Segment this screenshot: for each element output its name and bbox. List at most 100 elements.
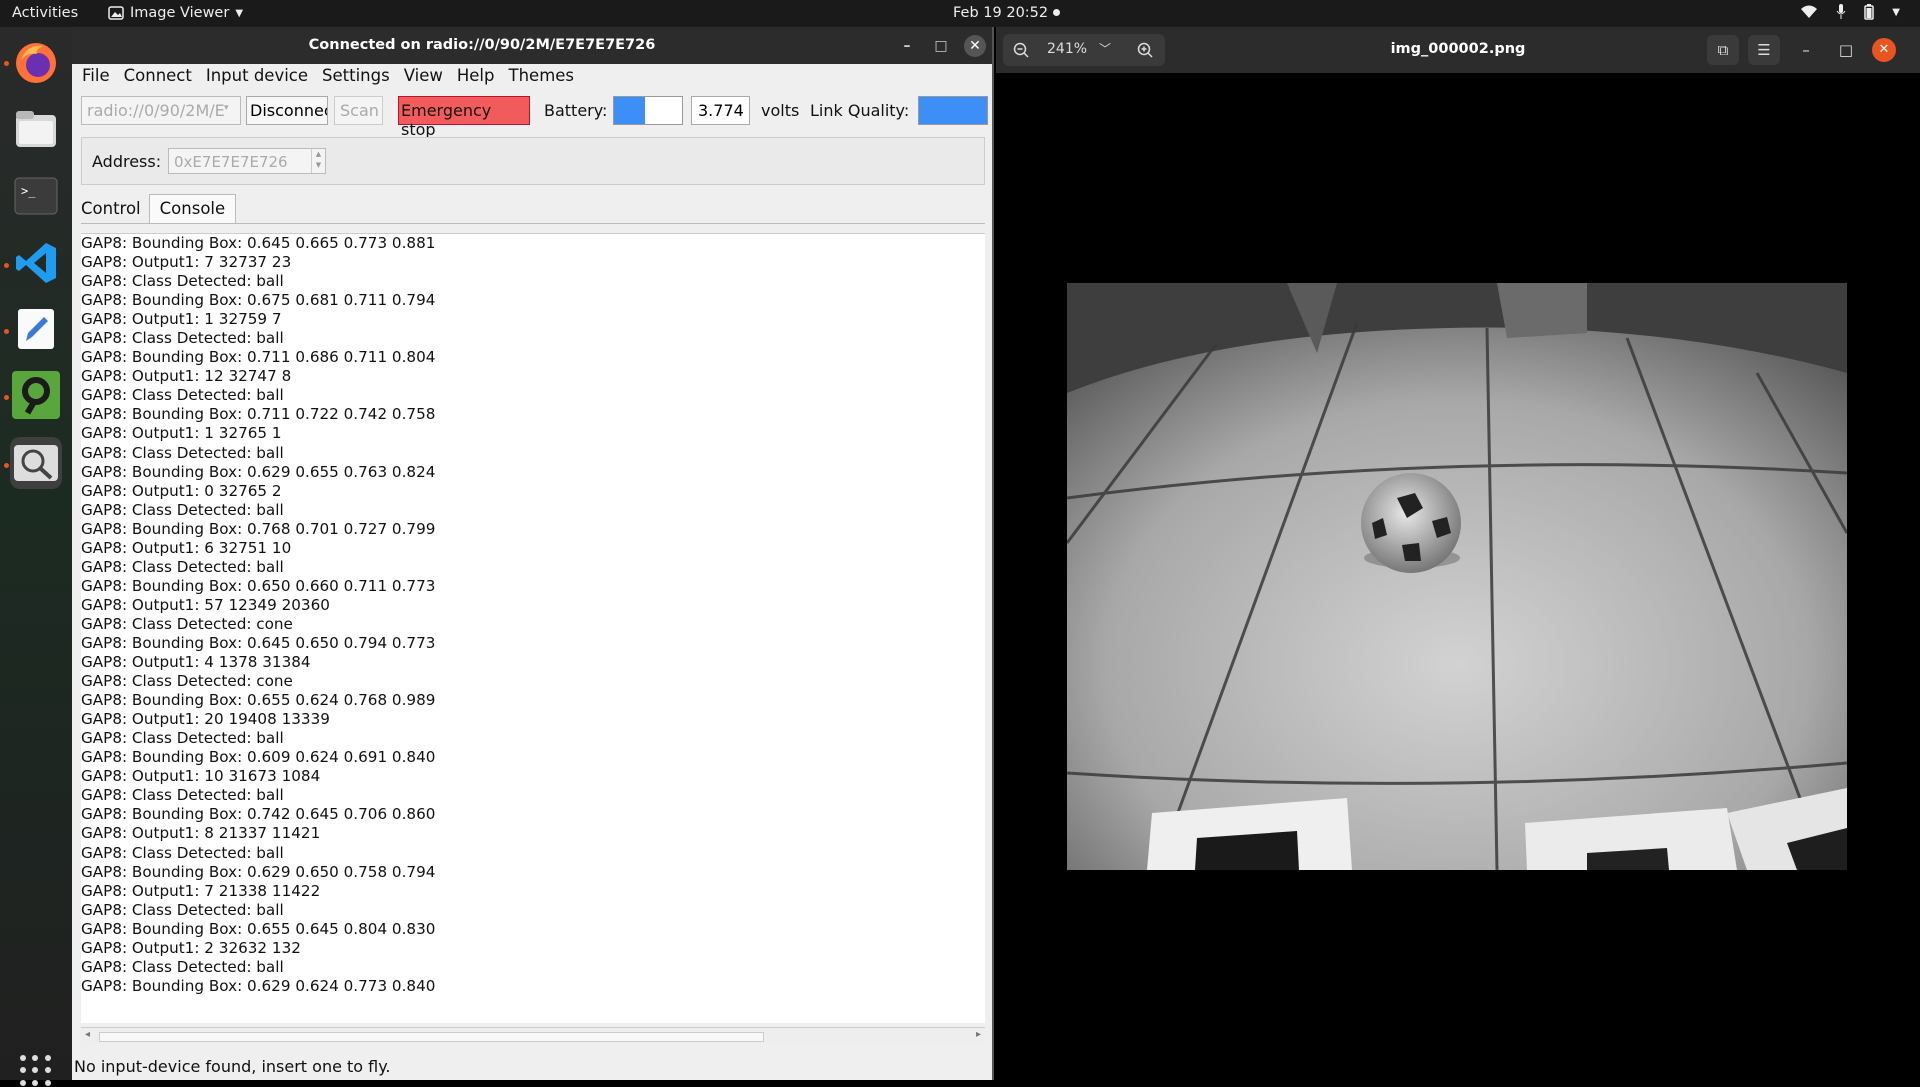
- chevron-down-icon: ▼: [235, 7, 244, 19]
- disconnect-button[interactable]: Disconnec: [246, 96, 328, 125]
- menu-settings[interactable]: Settings: [322, 64, 397, 88]
- address-input[interactable]: 0xE7E7E7E726 ▲ ▼: [168, 148, 326, 174]
- spin-arrows-icon[interactable]: ▲ ▼: [311, 149, 325, 173]
- close-button[interactable]: ✕: [964, 35, 986, 57]
- chevron-down-icon: ▾: [224, 103, 229, 113]
- gallery-icon[interactable]: ⧉: [1707, 35, 1739, 65]
- notification-dot: [1053, 9, 1060, 16]
- app-menu-label: Image Viewer: [130, 5, 230, 21]
- console-line: GAP8: Output1: 7 21338 11422: [81, 881, 321, 900]
- console-line: GAP8: Bounding Box: 0.645 0.665 0.773 0.…: [81, 234, 436, 252]
- hamburger-menu-icon[interactable]: ☰: [1748, 35, 1780, 65]
- uri-select[interactable]: radio://0/90/2M/E ▾: [81, 96, 241, 125]
- window-titlebar[interactable]: Connected on radio://0/90/2M/E7E7E7E726 …: [72, 27, 992, 64]
- console-line: GAP8: Bounding Box: 0.655 0.645 0.804 0.…: [81, 919, 436, 938]
- floor-ball-photo: [1067, 283, 1847, 870]
- console-line: GAP8: Output1: 10 31673 1084: [81, 767, 321, 786]
- address-label: Address:: [92, 152, 162, 171]
- console-line: GAP8: Bounding Box: 0.711 0.722 0.742 0.…: [81, 405, 436, 424]
- console-line: GAP8: Bounding Box: 0.629 0.624 0.773 0.…: [81, 976, 436, 995]
- console-output[interactable]: GAP8: Bounding Box: 0.645 0.665 0.773 0.…: [81, 233, 985, 1023]
- scrollbar-track[interactable]: [99, 1032, 764, 1042]
- qgis-search-icon[interactable]: [10, 369, 62, 421]
- console-line: GAP8: Class Detected: ball: [81, 329, 284, 348]
- console-line: GAP8: Class Detected: cone: [81, 672, 293, 691]
- maximize-button[interactable]: □: [1830, 35, 1862, 65]
- battery-label: Battery:: [544, 101, 608, 120]
- image-viewer-window: 241% ﹀ img_000002.png ⧉ ☰ – □ ✕: [996, 27, 1920, 1080]
- firefox-icon[interactable]: [10, 37, 62, 89]
- tab-control[interactable]: Control: [81, 194, 149, 224]
- console-line: GAP8: Bounding Box: 0.629 0.655 0.763 0.…: [81, 462, 436, 481]
- console-line: GAP8: Output1: 1 32759 7: [81, 310, 282, 329]
- horizontal-scrollbar[interactable]: ◂ ▸: [81, 1027, 985, 1044]
- menu-bar: File Connect Input device Settings View …: [72, 64, 992, 88]
- scroll-left-icon[interactable]: ◂: [85, 1029, 90, 1040]
- text-editor-icon[interactable]: [10, 303, 62, 355]
- console-line: GAP8: Bounding Box: 0.655 0.624 0.768 0.…: [81, 691, 436, 710]
- show-applications-icon[interactable]: [20, 1055, 52, 1087]
- dock: >_: [0, 27, 72, 1086]
- tab-divider: [81, 223, 985, 224]
- menu-themes[interactable]: Themes: [509, 64, 582, 88]
- running-indicator: [4, 463, 9, 468]
- console-line: GAP8: Output1: 2 32632 132: [81, 938, 301, 957]
- minimize-button[interactable]: –: [1790, 35, 1822, 65]
- scan-button[interactable]: Scan: [334, 96, 383, 125]
- terminal-icon[interactable]: >_: [10, 170, 62, 222]
- console-line: GAP8: Bounding Box: 0.650 0.660 0.711 0.…: [81, 576, 436, 595]
- volts-label: volts: [761, 101, 800, 120]
- maximize-button[interactable]: □: [930, 35, 952, 57]
- menu-file[interactable]: File: [82, 64, 117, 88]
- scroll-right-icon[interactable]: ▸: [976, 1029, 981, 1040]
- console-line: GAP8: Output1: 0 32765 2: [81, 481, 282, 500]
- console-line: GAP8: Bounding Box: 0.675 0.681 0.711 0.…: [81, 291, 436, 310]
- menu-help[interactable]: Help: [457, 64, 502, 88]
- vscode-icon[interactable]: [10, 237, 62, 289]
- console-line: GAP8: Bounding Box: 0.629 0.650 0.758 0.…: [81, 862, 436, 881]
- console-line: GAP8: Class Detected: ball: [81, 957, 284, 976]
- camera-image: [1067, 283, 1847, 870]
- chevron-down-icon: ▼: [1892, 6, 1900, 18]
- console-line: GAP8: Output1: 20 19408 13339: [81, 710, 330, 729]
- uri-value: radio://0/90/2M/E: [87, 101, 225, 120]
- files-icon[interactable]: [10, 103, 62, 155]
- wifi-icon: [1801, 5, 1818, 18]
- link-quality-bar: [918, 96, 988, 125]
- console-line: GAP8: Bounding Box: 0.711 0.686 0.711 0.…: [81, 348, 436, 367]
- address-group: Address: 0xE7E7E7E726 ▲ ▼: [81, 137, 985, 185]
- viewer-title: img_000002.png: [1390, 41, 1526, 57]
- minimize-button[interactable]: –: [896, 35, 918, 57]
- tab-bar: Control Console: [81, 194, 237, 224]
- console-line: GAP8: Class Detected: cone: [81, 614, 293, 633]
- console-line: GAP8: Bounding Box: 0.609 0.624 0.691 0.…: [81, 748, 436, 767]
- menu-connect[interactable]: Connect: [124, 64, 199, 88]
- running-indicator: [4, 61, 9, 66]
- viewer-headerbar[interactable]: 241% ﹀ img_000002.png ⧉ ☰ – □ ✕: [996, 27, 1920, 73]
- console-line: GAP8: Output1: 7 32737 23: [81, 253, 292, 272]
- address-value: 0xE7E7E7E726: [174, 153, 288, 171]
- menu-view[interactable]: View: [404, 64, 450, 88]
- console-line: GAP8: Class Detected: ball: [81, 500, 284, 519]
- status-bar: No input-device found, insert one to fly…: [74, 1057, 391, 1076]
- console-line: GAP8: Class Detected: ball: [81, 786, 284, 805]
- console-line: GAP8: Output1: 8 21337 11421: [81, 824, 321, 843]
- close-button[interactable]: ✕: [1872, 38, 1896, 62]
- battery-voltage: 3.774: [691, 96, 750, 125]
- app-menu[interactable]: Image Viewer ▼: [108, 5, 243, 21]
- clock[interactable]: Feb 19 20:52: [953, 5, 1048, 21]
- console-line: GAP8: Class Detected: ball: [81, 557, 284, 576]
- tab-console[interactable]: Console: [148, 194, 237, 224]
- console-line: GAP8: Bounding Box: 0.768 0.701 0.727 0.…: [81, 519, 436, 538]
- console-line: GAP8: Output1: 57 12349 20360: [81, 595, 330, 614]
- activities-button[interactable]: Activities: [12, 5, 78, 21]
- running-indicator: [4, 329, 9, 334]
- image-viewer-dock-icon[interactable]: [10, 437, 62, 489]
- console-line: GAP8: Bounding Box: 0.742 0.645 0.706 0.…: [81, 805, 436, 824]
- system-tray[interactable]: ▼: [1800, 4, 1900, 20]
- console-line: GAP8: Class Detected: ball: [81, 386, 284, 405]
- emergency-stop-button[interactable]: Emergency stop: [398, 96, 530, 139]
- menu-input-device[interactable]: Input device: [206, 64, 315, 88]
- console-line: GAP8: Class Detected: ball: [81, 843, 284, 862]
- toolbar: radio://0/90/2M/E ▾ Disconnec Scan Emerg…: [72, 96, 992, 139]
